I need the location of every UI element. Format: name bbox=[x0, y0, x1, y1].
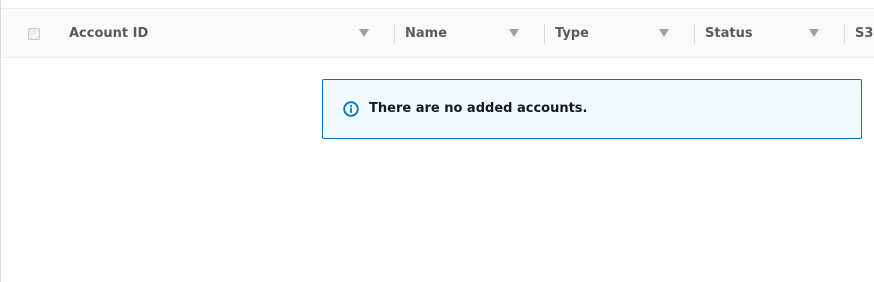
column-label-s3: S3 bbox=[855, 25, 874, 41]
sort-desc-icon[interactable] bbox=[659, 29, 669, 37]
info-icon bbox=[343, 101, 359, 117]
accounts-table: Account ID Name Type Status S3 There are… bbox=[0, 0, 874, 282]
sort-desc-icon[interactable] bbox=[809, 29, 819, 37]
sort-desc-icon[interactable] bbox=[509, 29, 519, 37]
column-label-name: Name bbox=[405, 25, 448, 41]
empty-state-alert: There are no added accounts. bbox=[322, 79, 862, 139]
column-divider[interactable] bbox=[544, 24, 545, 44]
sort-desc-icon[interactable] bbox=[359, 29, 369, 37]
column-divider[interactable] bbox=[394, 24, 395, 44]
checkmark-icon bbox=[30, 31, 40, 39]
column-divider[interactable] bbox=[694, 24, 695, 44]
column-header-status[interactable]: Status bbox=[705, 9, 753, 57]
column-header-account-id[interactable]: Account ID bbox=[69, 9, 148, 57]
column-header-s3[interactable]: S3 bbox=[855, 9, 873, 57]
column-header-name[interactable]: Name bbox=[405, 9, 447, 57]
select-all-checkbox[interactable] bbox=[28, 28, 40, 40]
column-header-type[interactable]: Type bbox=[555, 9, 589, 57]
table-header-row: Account ID Name Type Status S3 bbox=[1, 8, 874, 58]
column-label-type: Type bbox=[555, 25, 589, 41]
column-label-status: Status bbox=[705, 25, 753, 41]
column-divider[interactable] bbox=[844, 24, 845, 44]
empty-state-message: There are no added accounts. bbox=[369, 101, 588, 116]
column-label-account-id: Account ID bbox=[69, 25, 149, 41]
